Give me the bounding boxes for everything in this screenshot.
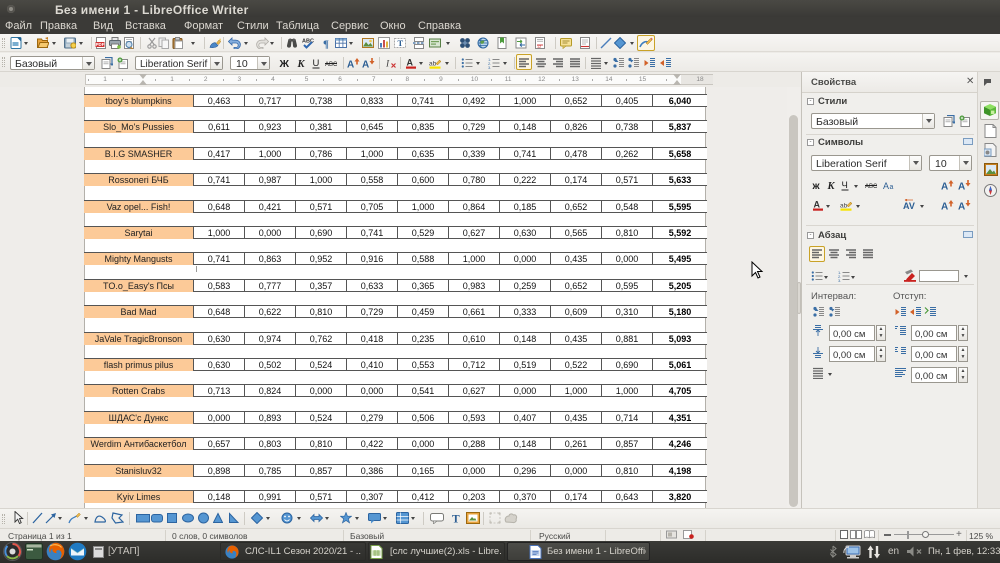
svg-text:A: A — [958, 202, 965, 212]
svg-text:Ж: Ж — [279, 58, 290, 69]
svg-text:AV: AV — [903, 201, 915, 211]
svg-text:12: 12 — [537, 45, 541, 49]
svg-text:A: A — [347, 60, 354, 70]
svg-text:A: A — [958, 182, 965, 192]
svg-text:I: I — [385, 60, 390, 70]
svg-text:3.: 3. — [488, 65, 491, 69]
svg-text:a: a — [890, 184, 894, 191]
svg-text:ABC: ABC — [865, 184, 878, 190]
svg-text:ABC: ABC — [302, 39, 314, 45]
svg-text:A: A — [407, 58, 414, 68]
svg-text:U: U — [313, 58, 320, 69]
svg-text:A: A — [362, 60, 369, 70]
svg-text:A: A — [883, 181, 889, 191]
svg-text:A: A — [814, 200, 821, 210]
svg-text:ж: ж — [812, 181, 821, 191]
svg-text:Ч: Ч — [842, 180, 848, 191]
svg-text:¶: ¶ — [323, 39, 329, 50]
svg-text:A: A — [941, 182, 948, 192]
svg-text:T: T — [398, 38, 404, 48]
svg-text:A: A — [941, 202, 948, 212]
svg-text:PDF: PDF — [96, 42, 105, 47]
svg-text:T: T — [452, 514, 460, 525]
svg-text:3.: 3. — [838, 278, 841, 282]
svg-text:K: K — [297, 59, 306, 69]
svg-text:ABC: ABC — [325, 62, 338, 68]
svg-text:ab: ab — [429, 61, 437, 68]
svg-text:ab: ab — [840, 203, 848, 210]
svg-text:K: K — [827, 181, 836, 191]
